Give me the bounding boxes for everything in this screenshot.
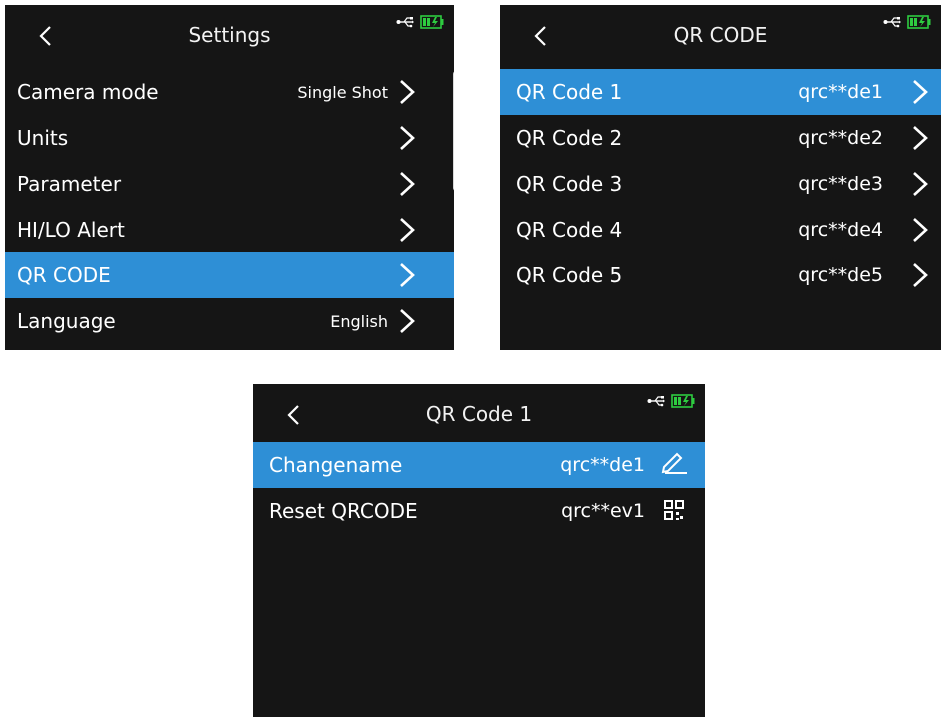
menu-item-value: English xyxy=(330,312,388,331)
qr-code-value: qrc**de5 xyxy=(798,264,883,286)
changename-item[interactable]: Changename qrc**de1 xyxy=(253,442,705,488)
reset-qrcode-label: Reset QRCODE xyxy=(269,499,418,523)
qr-code-label: QR Code 1 xyxy=(516,80,623,104)
header: QR Code 1 xyxy=(253,384,705,446)
reset-qrcode-value: qrc**ev1 xyxy=(561,500,645,522)
qr-code-value: qrc**de1 xyxy=(798,81,883,103)
chevron-right-icon xyxy=(400,309,415,333)
battery-charging-icon xyxy=(671,394,695,408)
qr-code-label: QR Code 4 xyxy=(516,218,623,242)
menu-item-label: Parameter xyxy=(17,172,122,196)
page-title: QR Code 1 xyxy=(425,402,533,426)
menu-item-label: QR CODE xyxy=(17,263,111,287)
header: Settings xyxy=(5,5,454,67)
qr-code-item-3[interactable]: QR Code 3 qrc**de3 xyxy=(500,161,941,207)
usb-icon xyxy=(883,16,901,28)
chevron-right-icon xyxy=(400,126,415,150)
chevron-right-icon xyxy=(913,263,928,287)
qr-code-1-screen: QR Code 1 Changename qrc**de1 Reset QRCO… xyxy=(253,384,705,717)
qr-code-value: qrc**de4 xyxy=(798,219,883,241)
menu-item-label: HI/LO Alert xyxy=(17,218,125,242)
battery-charging-icon xyxy=(907,15,931,29)
chevron-right-icon xyxy=(913,172,928,196)
scrollbar[interactable] xyxy=(453,71,454,191)
qr-code-item-2[interactable]: QR Code 2 qrc**de2 xyxy=(500,115,941,161)
chevron-right-icon xyxy=(400,172,415,196)
menu-item-label: Camera mode xyxy=(17,80,159,104)
qr-code-value: qrc**de3 xyxy=(798,173,883,195)
status-bar xyxy=(396,15,444,29)
chevron-right-icon xyxy=(400,263,415,287)
menu-item-units[interactable]: Units xyxy=(5,115,454,161)
changename-label: Changename xyxy=(269,453,403,477)
qr-code-screen: QR CODE QR Code 1 qrc**de1 QR Code 2 qrc… xyxy=(500,5,941,350)
chevron-right-icon xyxy=(400,80,415,104)
menu-item-label: Language xyxy=(17,309,116,333)
changename-value: qrc**de1 xyxy=(560,454,645,476)
usb-icon xyxy=(647,395,665,407)
status-bar xyxy=(647,394,695,408)
qr-code-item-1[interactable]: QR Code 1 qrc**de1 xyxy=(500,69,941,115)
menu-item-camera-mode[interactable]: Camera mode Single Shot xyxy=(5,69,454,115)
chevron-right-icon xyxy=(913,126,928,150)
battery-charging-icon xyxy=(420,15,444,29)
settings-screen: Settings Camera mode Single Shot Units P… xyxy=(5,5,454,350)
qr-code-label: QR Code 3 xyxy=(516,172,623,196)
chevron-right-icon xyxy=(913,80,928,104)
qr-code-label: QR Code 5 xyxy=(516,263,623,287)
pencil-icon[interactable] xyxy=(657,452,691,478)
page-title: Settings xyxy=(188,23,271,47)
menu-item-hilo-alert[interactable]: HI/LO Alert xyxy=(5,207,454,253)
menu-item-language[interactable]: Language English xyxy=(5,298,454,344)
header: QR CODE xyxy=(500,5,941,67)
menu-item-parameter[interactable]: Parameter xyxy=(5,161,454,207)
page-title: QR CODE xyxy=(673,23,768,47)
menu-item-label: Units xyxy=(17,126,69,150)
chevron-right-icon xyxy=(913,218,928,242)
qr-code-value: qrc**de2 xyxy=(798,127,883,149)
qr-code-label: QR Code 2 xyxy=(516,126,623,150)
chevron-right-icon xyxy=(400,218,415,242)
qr-code-item-5[interactable]: QR Code 5 qrc**de5 xyxy=(500,252,941,298)
menu-item-value: Single Shot xyxy=(297,83,388,102)
menu-item-qr-code[interactable]: QR CODE xyxy=(5,252,454,298)
reset-qrcode-item[interactable]: Reset QRCODE qrc**ev1 xyxy=(253,488,705,534)
qr-code-icon[interactable] xyxy=(657,498,691,524)
qr-code-item-4[interactable]: QR Code 4 qrc**de4 xyxy=(500,207,941,253)
usb-icon xyxy=(396,16,414,28)
status-bar xyxy=(883,15,931,29)
